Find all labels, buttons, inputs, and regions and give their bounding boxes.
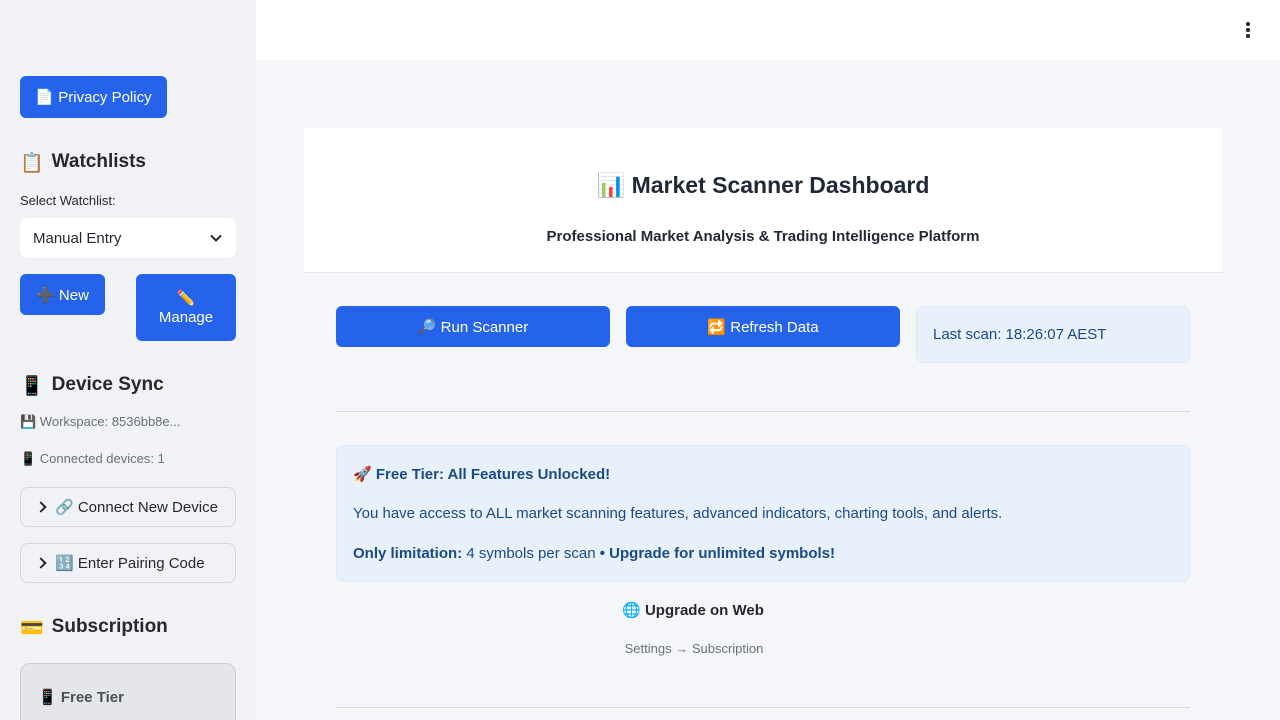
divider-bottom (336, 707, 1190, 708)
new-watchlist-button[interactable]: ➕ New (20, 274, 105, 315)
subscription-title: Subscription (51, 616, 168, 637)
watchlist-select-value: Manual Entry (33, 229, 122, 247)
limitation-value: 4 symbols per scan (462, 545, 600, 562)
pencil-icon: ✏️ (176, 289, 196, 307)
free-tier-heading: 🚀 Free Tier: All Features Unlocked! (353, 465, 610, 483)
free-tier-limitation: Only limitation: 4 symbols per scan • Up… (353, 545, 835, 562)
credit-card-icon: 💳 (20, 616, 44, 639)
manage-button-label: Manage (158, 309, 214, 326)
divider (336, 411, 1190, 412)
manage-watchlist-button[interactable]: ✏️ Manage (136, 274, 236, 341)
page-title-text: Market Scanner Dashboard (631, 172, 930, 198)
tier-label: 📱 Free Tier (38, 689, 124, 706)
connected-devices-info: 📱 Connected devices: 1 (20, 451, 165, 466)
bar-chart-icon: 📊 (596, 173, 626, 199)
upgrade-on-web-heading: 🌐 Upgrade on Web (256, 601, 1130, 619)
main-content: 📊 Market Scanner Dashboard Professional … (256, 0, 1280, 720)
upgrade-on-web-title: Upgrade on Web (644, 602, 764, 619)
workspace-info: 💾 Workspace: 8536bb8e... (20, 414, 181, 429)
clipboard-icon: 📋 (20, 151, 44, 174)
free-tier-body: You have access to ALL market scanning f… (353, 505, 1003, 522)
globe-icon: 🌐 (622, 601, 641, 619)
free-tier-heading-text: Free Tier: All Features Unlocked! (375, 466, 611, 483)
chevron-down-icon (210, 234, 222, 242)
page-title: 📊 Market Scanner Dashboard (304, 172, 1222, 199)
top-header (256, 0, 1280, 60)
dashboard-header-card: 📊 Market Scanner Dashboard Professional … (304, 128, 1222, 273)
rocket-icon: 🚀 (353, 465, 372, 483)
sidebar: 📄 Privacy Policy 📋 Watchlists Select Wat… (0, 0, 256, 720)
connect-new-device-label: 🔗 Connect New Device (55, 499, 218, 516)
limitation-separator: • (599, 545, 610, 562)
last-scan-text: Last scan: 18:26:07 AEST (933, 326, 1107, 343)
subscription-heading: 💳 Subscription (20, 613, 168, 641)
select-watchlist-label: Select Watchlist: (20, 193, 116, 208)
kebab-menu-icon[interactable] (1238, 18, 1258, 42)
run-scanner-label: 🔎 Run Scanner (417, 318, 529, 336)
enter-pairing-code-label: 🔢 Enter Pairing Code (55, 555, 205, 572)
refresh-data-button[interactable]: 🔁 Refresh Data (626, 306, 900, 347)
subscription-card: 📱 Free Tier (20, 663, 236, 720)
page-subtitle: Professional Market Analysis & Trading I… (546, 228, 980, 245)
watchlists-heading: 📋 Watchlists (20, 148, 146, 176)
connect-new-device-expander[interactable]: 🔗 Connect New Device (20, 487, 236, 527)
device-sync-heading: 📱 Device Sync (20, 371, 164, 399)
limitation-label: Only limitation: (353, 545, 463, 562)
upgrade-cta-text: Upgrade for unlimited symbols! (609, 545, 836, 562)
watchlists-title: Watchlists (51, 151, 146, 172)
privacy-policy-button[interactable]: 📄 Privacy Policy (20, 76, 167, 118)
new-button-label: ➕ New (36, 286, 89, 304)
upgrade-path-text: Settings → Subscription (624, 641, 764, 656)
chevron-right-icon (35, 557, 47, 569)
run-scanner-button[interactable]: 🔎 Run Scanner (336, 306, 610, 347)
enter-pairing-code-expander[interactable]: 🔢 Enter Pairing Code (20, 543, 236, 583)
last-scan-status: Last scan: 18:26:07 AEST (916, 306, 1190, 363)
device-sync-title: Device Sync (51, 374, 164, 395)
watchlist-select[interactable]: Manual Entry (20, 218, 236, 258)
free-tier-banner: 🚀 Free Tier: All Features Unlocked! You … (336, 445, 1190, 582)
privacy-policy-label: 📄 Privacy Policy (35, 89, 152, 106)
mobile-phone-icon: 📱 (20, 374, 44, 397)
chevron-right-icon (35, 501, 47, 513)
refresh-data-label: 🔁 Refresh Data (707, 318, 819, 336)
